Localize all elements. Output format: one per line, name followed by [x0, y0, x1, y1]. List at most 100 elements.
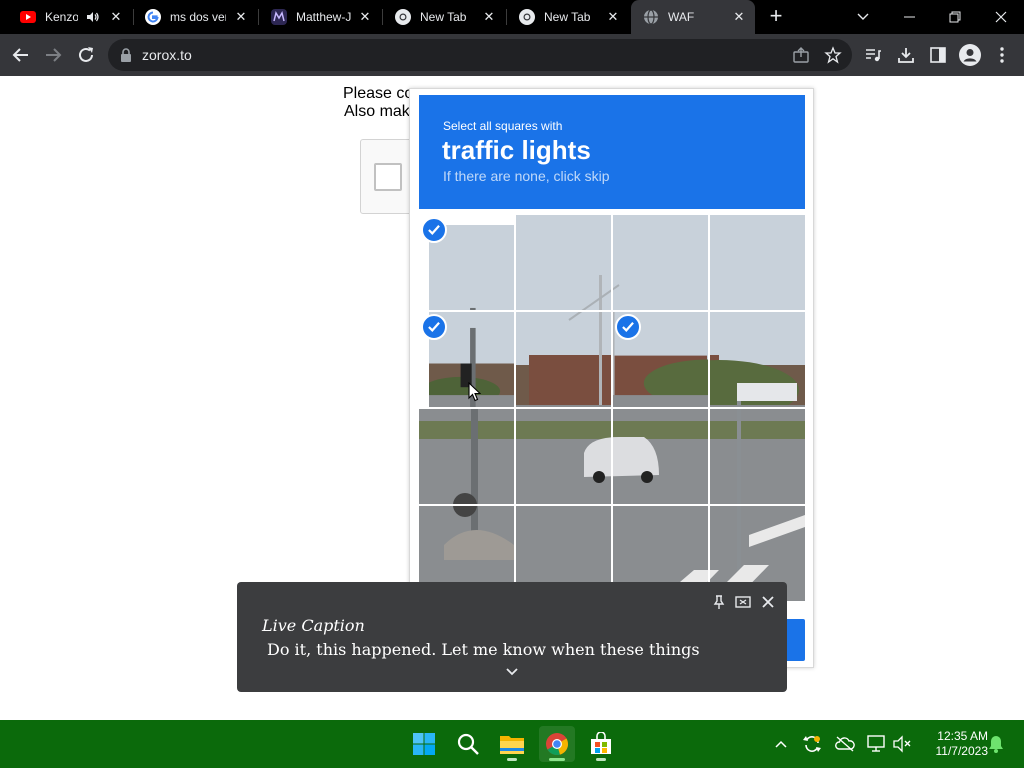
tab-new-tab-2[interactable]: New Tab ✕ [507, 0, 631, 34]
new-tab-button[interactable]: + [764, 5, 788, 29]
tile-photo [613, 409, 708, 504]
running-indicator [549, 758, 565, 761]
start-button[interactable] [406, 726, 442, 762]
media-queue-icon [866, 49, 881, 62]
onedrive-button[interactable] [835, 734, 855, 754]
chrome-menu-button[interactable] [990, 43, 1014, 67]
screen: Kenzo ✕ ms dos ver ✕ Matthew-J ✕ New Tab… [0, 0, 1024, 768]
tab-new-tab-1[interactable]: New Tab ✕ [383, 0, 507, 34]
side-panel-icon [930, 47, 946, 63]
side-panel-button[interactable] [926, 43, 950, 67]
close-tab-icon[interactable]: ✕ [233, 9, 249, 25]
notifications-button[interactable] [986, 734, 1006, 754]
show-hidden-icons-button[interactable] [771, 734, 791, 754]
check-icon [421, 314, 447, 340]
running-indicator [507, 758, 517, 761]
file-explorer-button[interactable] [494, 726, 530, 762]
downloads-button[interactable] [894, 43, 918, 67]
tab-ms-dos[interactable]: ms dos ver ✕ [134, 0, 259, 34]
profile-button[interactable] [958, 43, 982, 67]
microsoft-store-icon [591, 732, 611, 754]
cloud-offline-icon [835, 736, 855, 752]
reload-button[interactable] [74, 43, 98, 67]
close-icon[interactable] [760, 594, 776, 610]
network-button[interactable] [867, 734, 887, 754]
audio-playing-icon[interactable] [86, 10, 100, 24]
restore-icon [949, 11, 961, 23]
recaptcha-widget [360, 139, 416, 214]
kebab-menu-icon [1000, 47, 1004, 63]
captcha-tile[interactable] [710, 409, 805, 504]
captcha-tile[interactable] [613, 409, 708, 504]
running-indicator [596, 758, 606, 761]
restore-button[interactable] [932, 0, 978, 34]
forward-button[interactable] [41, 43, 65, 67]
captcha-tile[interactable] [419, 312, 514, 407]
mouse-cursor-icon [468, 382, 481, 402]
check-icon [615, 314, 641, 340]
matthew-site-icon [271, 9, 287, 25]
search-icon [457, 733, 479, 755]
captcha-tile[interactable] [516, 215, 611, 310]
captcha-tile[interactable] [710, 312, 805, 407]
captcha-tile[interactable] [516, 409, 611, 504]
captcha-target: traffic lights [442, 135, 591, 165]
captcha-tile[interactable] [419, 215, 514, 310]
volume-muted-icon [893, 735, 911, 753]
tile-photo [516, 215, 611, 310]
tab-waf[interactable]: WAF ✕ [631, 0, 755, 34]
expand-icon[interactable] [735, 594, 751, 610]
chrome-taskbar-button[interactable] [539, 726, 575, 762]
captcha-tile[interactable] [613, 215, 708, 310]
microsoft-store-button[interactable] [583, 726, 619, 762]
address-bar[interactable]: zorox.to [108, 39, 852, 71]
globe-icon [644, 9, 658, 25]
tile-photo [710, 409, 805, 504]
captcha-tile[interactable] [613, 312, 708, 407]
close-tab-icon[interactable]: ✕ [108, 9, 124, 25]
volume-button[interactable] [892, 734, 912, 754]
captcha-tile[interactable] [419, 409, 514, 504]
chevron-up-icon [775, 740, 787, 748]
start-icon [413, 733, 435, 755]
recaptcha-checkbox[interactable] [374, 163, 402, 191]
captcha-tile[interactable] [710, 215, 805, 310]
media-control-button[interactable] [861, 43, 885, 67]
share-icon[interactable] [792, 46, 810, 64]
taskbar-clock[interactable]: 12:35 AM 11/7/2023 [918, 729, 989, 759]
tab-kenzo[interactable]: Kenzo ✕ [0, 0, 134, 34]
close-window-button[interactable] [978, 0, 1024, 34]
live-caption-panel: Live Caption Do it, this happened. Let m… [237, 582, 787, 692]
close-tab-icon[interactable]: ✕ [605, 9, 621, 25]
arrow-right-icon [46, 48, 62, 62]
close-icon [995, 11, 1007, 23]
captcha-hint: If there are none, click skip [443, 168, 610, 184]
back-button[interactable] [9, 43, 33, 67]
tab-strip: Kenzo ✕ ms dos ver ✕ Matthew-J ✕ New Tab… [0, 0, 1024, 34]
tile-photo [516, 409, 611, 504]
close-tab-icon[interactable]: ✕ [357, 9, 373, 25]
page-text-line-1: Please co [343, 85, 414, 102]
live-caption-title: Live Caption [262, 616, 365, 635]
captcha-tile[interactable] [516, 312, 611, 407]
tab-search-button[interactable] [840, 0, 886, 34]
tab-matthew[interactable]: Matthew-J ✕ [259, 0, 383, 34]
minimize-icon [903, 16, 915, 18]
tile-photo [516, 312, 611, 407]
chevron-down-icon[interactable] [504, 666, 520, 678]
chrome-icon [519, 9, 535, 25]
tile-photo [613, 215, 708, 310]
tile-photo [710, 215, 805, 310]
bookmark-star-icon[interactable] [824, 46, 842, 64]
pin-icon[interactable] [711, 594, 727, 610]
url-text[interactable]: zorox.to [142, 47, 192, 63]
file-explorer-icon [500, 736, 524, 754]
close-tab-icon[interactable]: ✕ [481, 9, 497, 25]
minimize-button[interactable] [886, 0, 932, 34]
taskbar-search-button[interactable] [450, 726, 486, 762]
tab-title: New Tab [420, 10, 467, 24]
lock-icon[interactable] [120, 48, 132, 62]
sync-status-button[interactable] [802, 734, 822, 754]
close-tab-icon[interactable]: ✕ [731, 9, 747, 25]
captcha-instruction: Select all squares with [443, 119, 563, 133]
